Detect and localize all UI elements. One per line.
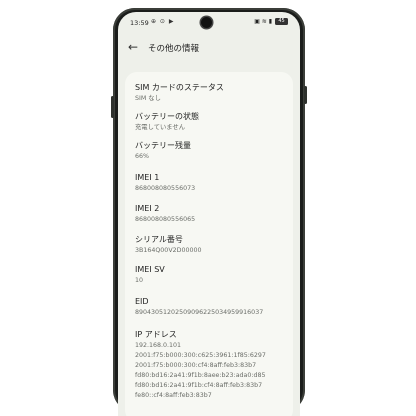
item-value: 充電していません bbox=[135, 124, 185, 131]
power-button bbox=[304, 86, 307, 104]
item-value: 868008080556073 bbox=[135, 185, 196, 192]
list-item-imei-2[interactable]: IMEI 2 868008080556065 bbox=[135, 203, 290, 224]
list-item-battery-status[interactable]: バッテリーの状態 充電していません bbox=[135, 111, 290, 132]
item-label: IMEI 1 bbox=[135, 173, 160, 182]
front-camera bbox=[201, 17, 212, 28]
volume-button bbox=[111, 96, 114, 118]
item-value: 868008080556065 bbox=[135, 216, 196, 223]
item-value: fd80:bd16:2a41:9f1b:8aee:b23:ada0:d85 bbox=[135, 372, 266, 379]
list-item-imei-1[interactable]: IMEI 1 868008080556073 bbox=[135, 172, 290, 193]
item-value: 2001:f75:b000:300:c625:3961:1f85:6297 bbox=[135, 352, 266, 359]
item-value: 2001:f75:b000:300:cf4:8aff:feb3:83b7 bbox=[135, 362, 257, 369]
signal-wifi-icons: ▣ ≋ ▮ bbox=[254, 18, 272, 25]
status-time: 13:59 bbox=[130, 19, 149, 27]
item-label: バッテリー残量 bbox=[135, 141, 191, 150]
item-label: IP アドレス bbox=[135, 330, 177, 339]
list-item-eid[interactable]: EID 89043051202509096225034959916037 bbox=[135, 296, 290, 317]
item-label: SIM カードのステータス bbox=[135, 83, 224, 92]
item-value: 10 bbox=[135, 277, 144, 284]
back-arrow-icon[interactable]: ← bbox=[128, 40, 138, 54]
item-value: 192.168.0.101 bbox=[135, 342, 182, 349]
status-bar: 13:59 ⊕ ⊙ ▶ ▣ ≋ ▮ 45 bbox=[118, 12, 300, 34]
list-item-serial-number[interactable]: シリアル番号 3B164Q00V2D00000 bbox=[135, 234, 290, 255]
phone-screen: 13:59 ⊕ ⊙ ▶ ▣ ≋ ▮ 45 ← その他の情報 SIM カードのステ… bbox=[118, 12, 300, 416]
status-right: ▣ ≋ ▮ 45 bbox=[254, 18, 288, 25]
list-item-sim-status[interactable]: SIM カードのステータス SIM なし bbox=[135, 82, 290, 103]
item-value: 66% bbox=[135, 153, 149, 160]
item-value: 3B164Q00V2D00000 bbox=[135, 247, 202, 254]
list-item-ip-address[interactable]: IP アドレス 192.168.0.101 2001:f75:b000:300:… bbox=[135, 329, 290, 400]
battery-icon: 45 bbox=[275, 18, 288, 25]
item-label: バッテリーの状態 bbox=[135, 112, 199, 121]
item-label: EID bbox=[135, 297, 149, 306]
list-item-battery-level[interactable]: バッテリー残量 66% bbox=[135, 140, 290, 161]
item-label: シリアル番号 bbox=[135, 235, 183, 244]
info-card: SIM カードのステータス SIM なし バッテリーの状態 充電していません バ… bbox=[125, 72, 293, 416]
page-title: その他の情報 bbox=[148, 44, 200, 54]
list-item-imei-sv[interactable]: IMEI SV 10 bbox=[135, 264, 290, 285]
item-value: SIM なし bbox=[135, 95, 161, 102]
notification-icons: ⊕ ⊙ ▶ bbox=[151, 18, 175, 25]
item-label: IMEI 2 bbox=[135, 204, 160, 213]
app-header: ← その他の情報 bbox=[118, 38, 300, 58]
item-value: fe80::cf4:8aff:feb3:83b7 bbox=[135, 392, 212, 399]
item-value: fd80:bd16:2a41:9f1b:cf4:8aff:feb3:83b7 bbox=[135, 382, 263, 389]
item-label: IMEI SV bbox=[135, 265, 165, 274]
item-value: 89043051202509096225034959916037 bbox=[135, 309, 264, 316]
